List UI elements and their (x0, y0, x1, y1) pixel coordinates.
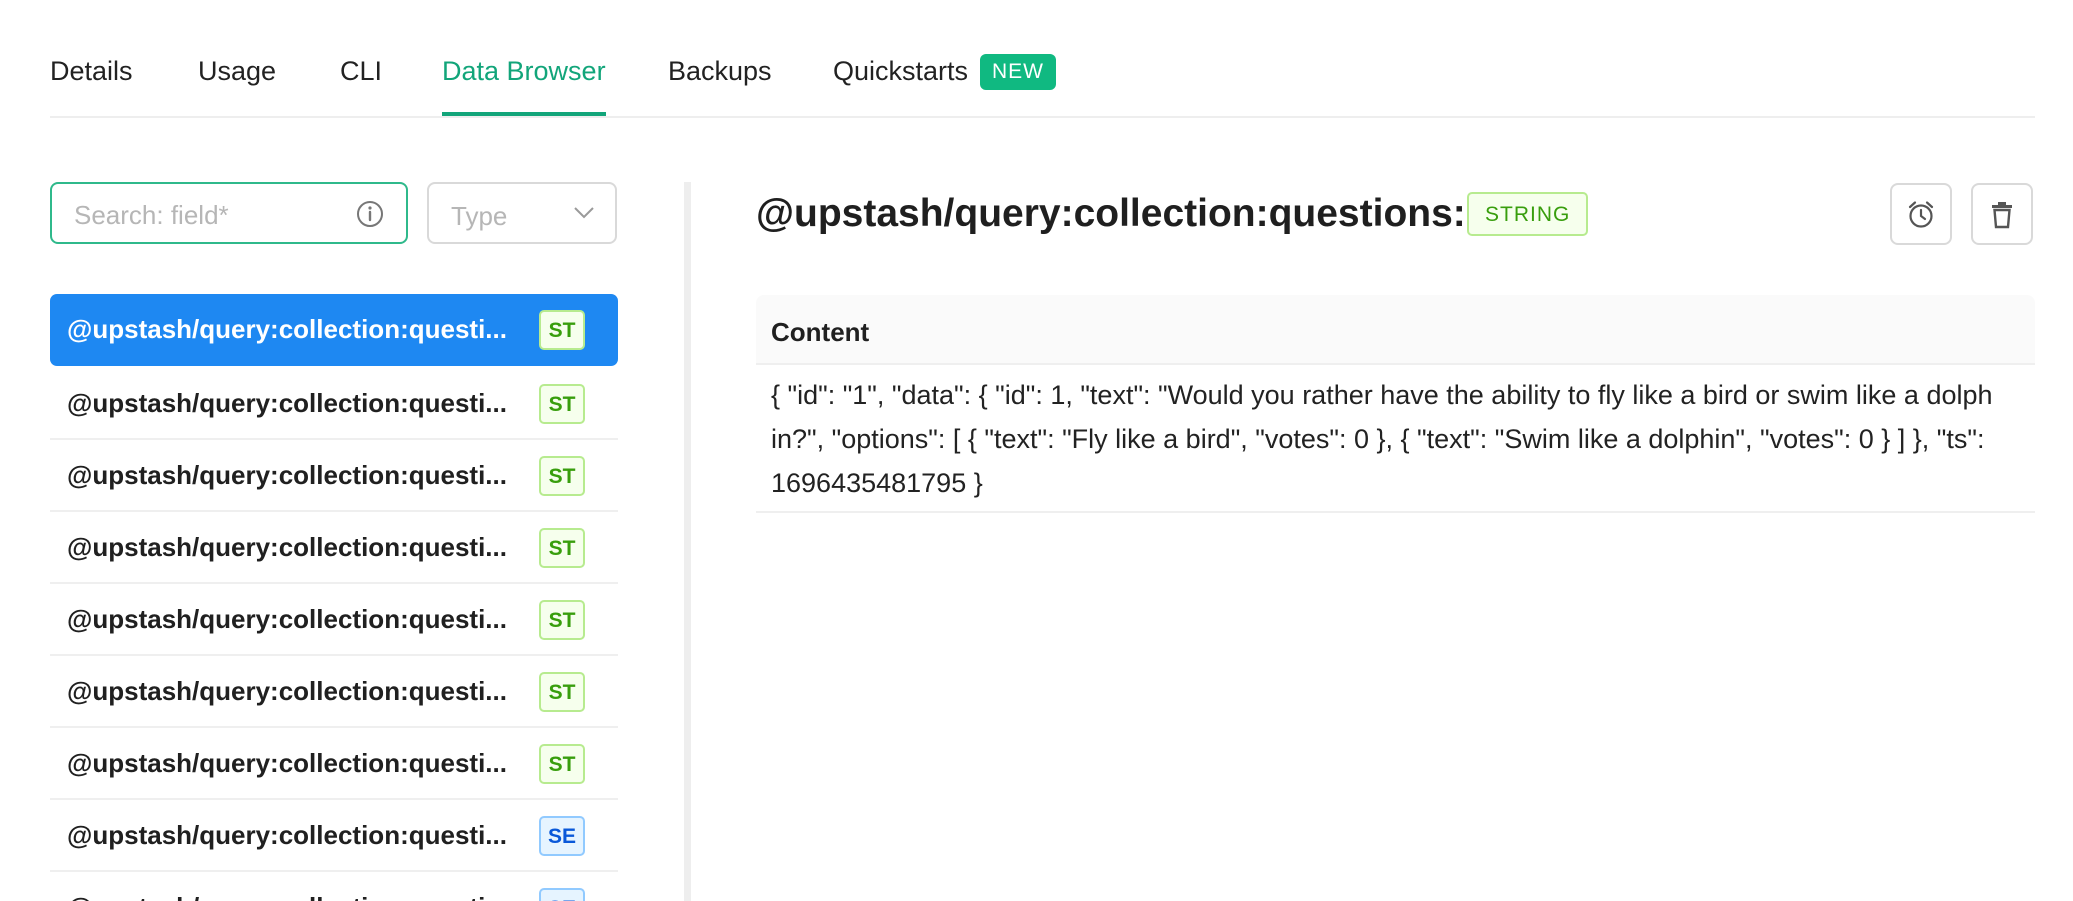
key-list-item[interactable]: @upstash/query:collection:questi... ST (50, 728, 618, 800)
type-select-placeholder: Type (451, 201, 508, 231)
key-list-item[interactable]: @upstash/query:collection:questi... SE (50, 800, 618, 872)
key-name: @upstash/query:collection:questi... (67, 314, 507, 344)
type-badge: ST (539, 672, 585, 712)
type-badge: ST (539, 384, 585, 424)
type-badge: ST (539, 744, 585, 784)
tab-cli[interactable]: CLI (340, 56, 382, 87)
search-box (50, 182, 408, 244)
tab-usage[interactable]: Usage (198, 56, 276, 87)
content-value-cell: { "id": "1", "data": { "id": 1, "text": … (756, 365, 2035, 513)
key-name: @upstash/query:collection:questi... (67, 388, 507, 418)
tab-data-browser[interactable]: Data Browser (442, 56, 606, 87)
key-list-item[interactable]: @upstash/query:collection:questi... ST (50, 368, 618, 440)
key-name: @upstash/query:collection:questi... (67, 820, 507, 850)
type-badge: ST (539, 528, 585, 568)
tab-bar: Details Usage CLI Data Browser Backups Q… (50, 42, 2035, 118)
content-header-row: Content (756, 295, 2035, 365)
panel-resize-divider[interactable] (684, 182, 691, 901)
key-list-item[interactable]: @upstash/query:collection:questi... ST (50, 584, 618, 656)
key-name: @upstash/query:collection:questi... (67, 676, 507, 706)
delete-key-button[interactable] (1971, 183, 2033, 245)
key-name: @upstash/query:collection:questi... (67, 892, 507, 901)
type-badge: SE (539, 816, 585, 856)
content-value: { "id": "1", "data": { "id": 1, "text": … (771, 380, 1993, 498)
content-column-header: Content (771, 317, 870, 347)
search-input[interactable] (72, 196, 336, 234)
key-list: @upstash/query:collection:questi... ST @… (50, 294, 618, 901)
key-list-item[interactable]: @upstash/query:collection:questi... ST (50, 440, 618, 512)
key-name: @upstash/query:collection:questi... (67, 748, 507, 778)
key-list-item[interactable]: @upstash/query:collection:questi... ST (50, 656, 618, 728)
type-badge: ST (539, 456, 585, 496)
type-filter-select[interactable]: Type (427, 182, 617, 244)
new-badge: NEW (980, 54, 1056, 90)
chevron-down-icon (574, 207, 594, 219)
key-list-item[interactable]: @upstash/query:collection:questi... SE (50, 872, 618, 901)
trash-icon (1992, 202, 2012, 229)
tab-details[interactable]: Details (50, 56, 133, 87)
info-icon[interactable] (356, 200, 384, 228)
alarm-clock-icon (1908, 201, 1934, 228)
set-ttl-button[interactable] (1890, 183, 1952, 245)
key-name: @upstash/query:collection:questi... (67, 460, 507, 490)
type-badge: SE (539, 888, 585, 901)
key-name: @upstash/query:collection:questi... (67, 532, 507, 562)
key-type-tag: STRING (1467, 192, 1589, 236)
tab-backups[interactable]: Backups (668, 56, 772, 87)
tab-quickstarts[interactable]: Quickstarts (833, 56, 968, 87)
active-tab-indicator (442, 112, 606, 116)
type-badge: ST (539, 310, 585, 350)
key-list-item[interactable]: @upstash/query:collection:questi... ST (50, 294, 618, 366)
type-badge: ST (539, 600, 585, 640)
content-table: Content { "id": "1", "data": { "id": 1, … (756, 295, 2035, 513)
key-list-item[interactable]: @upstash/query:collection:questi... ST (50, 512, 618, 584)
key-name: @upstash/query:collection:questi... (67, 604, 507, 634)
key-title: @upstash/query:collection:questions:1 (756, 192, 1488, 235)
